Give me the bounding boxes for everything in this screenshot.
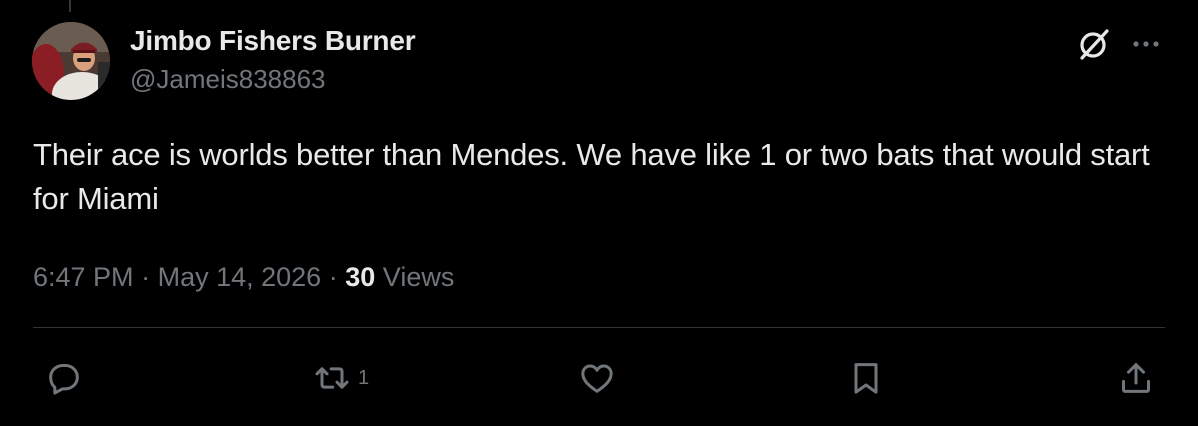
avatar[interactable] <box>32 22 110 100</box>
more-dots-icon[interactable] <box>1132 39 1160 49</box>
author-display-name[interactable]: Jimbo Fishers Burner <box>130 24 416 58</box>
like-button[interactable] <box>577 358 617 398</box>
tweet-date[interactable]: May 14, 2026 <box>158 262 322 292</box>
divider <box>33 327 1165 328</box>
tweet-time[interactable]: 6:47 PM <box>33 262 134 292</box>
bookmark-button[interactable] <box>846 358 886 398</box>
repost-icon <box>315 367 349 389</box>
author-block: Jimbo Fishers Burner @Jameis838863 <box>130 24 416 96</box>
repost-count: 1 <box>358 366 370 389</box>
share-icon <box>1122 363 1150 393</box>
author-handle[interactable]: @Jameis838863 <box>130 62 415 96</box>
reply-button[interactable] <box>44 358 84 398</box>
reply-icon <box>49 364 79 395</box>
meta-separator: · <box>328 262 338 292</box>
repost-button[interactable]: 1 <box>312 358 369 398</box>
grok-slash-circle-icon[interactable] <box>1074 24 1114 64</box>
tweet-meta: 6:47 PM · May 14, 2026 · 30 Views <box>33 258 454 296</box>
tweet-action-bar: 1 <box>44 358 1164 398</box>
tweet-top-actions <box>1074 24 1160 64</box>
views-count[interactable]: 30 <box>345 262 375 292</box>
thread-connector-line <box>69 0 71 12</box>
meta-separator: · <box>141 262 151 292</box>
views-label[interactable]: Views <box>383 262 455 292</box>
avatar-image <box>32 22 110 100</box>
like-heart-icon <box>581 364 613 393</box>
bookmark-icon <box>854 363 878 394</box>
share-button[interactable] <box>1116 358 1156 398</box>
tweet-text: Their ace is worlds better than Mendes. … <box>33 137 1150 216</box>
